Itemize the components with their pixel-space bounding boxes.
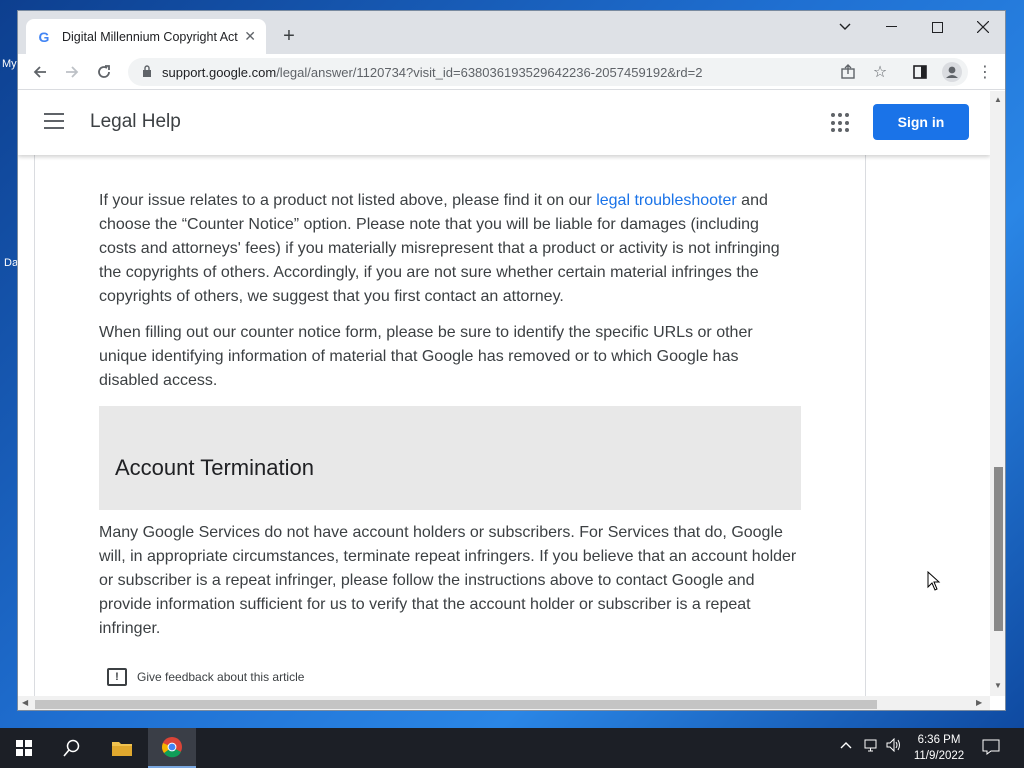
tab-title: Digital Millennium Copyright Act	[62, 29, 238, 44]
volume-icon[interactable]	[886, 737, 902, 755]
clock-time: 6:36 PM	[917, 734, 961, 746]
new-tab-plus-icon[interactable]: +	[278, 25, 300, 47]
vertical-scroll-thumb[interactable]	[994, 467, 1003, 631]
scroll-down-arrow-icon[interactable]: ▼	[994, 681, 1002, 690]
windows-start-icon[interactable]	[0, 728, 48, 768]
share-icon[interactable]	[835, 59, 861, 85]
horizontal-scrollbar[interactable]: ◀ ▶	[18, 696, 990, 710]
feedback-link[interactable]: ! Give feedback about this article	[107, 668, 304, 686]
reload-icon[interactable]	[91, 59, 117, 85]
article-paragraph: If your issue relates to a product not l…	[99, 189, 799, 309]
article-paragraph: Many Google Services do not have account…	[99, 524, 797, 637]
star-icon[interactable]: ☆	[867, 59, 893, 85]
sign-in-button[interactable]: Sign in	[873, 104, 969, 140]
maximize-icon[interactable]	[914, 11, 960, 43]
section-heading: Account Termination	[115, 455, 314, 480]
search-icon[interactable]	[48, 728, 96, 768]
url-domain: support.google.com	[162, 64, 277, 80]
feedback-icon: !	[107, 668, 127, 686]
network-icon[interactable]	[864, 738, 880, 755]
desktop-icon-label[interactable]: Da	[4, 257, 18, 269]
chevron-up-icon[interactable]	[840, 738, 852, 753]
clock-date: 11/9/2022	[913, 750, 965, 762]
kebab-menu-icon[interactable]: ⋮	[972, 59, 998, 85]
close-window-icon[interactable]	[960, 11, 1005, 43]
legal-troubleshooter-link[interactable]: legal troubleshooter	[596, 192, 737, 209]
file-explorer-icon[interactable]	[98, 728, 146, 768]
article-paragraph: When filling out our counter notice form…	[99, 324, 753, 389]
article-body: If your issue relates to a product not l…	[34, 155, 866, 696]
system-clock[interactable]: 6:36 PM 11/9/2022	[906, 732, 972, 764]
close-icon[interactable]: ✕	[244, 28, 256, 45]
apps-grid-icon[interactable]	[831, 113, 851, 133]
notification-icon[interactable]	[982, 739, 1000, 758]
scroll-right-arrow-icon[interactable]: ▶	[976, 698, 982, 707]
browser-tab[interactable]: G Digital Millennium Copyright Act ✕	[26, 19, 266, 54]
sidepanel-icon[interactable]	[907, 59, 933, 85]
chevron-down-icon[interactable]	[822, 11, 868, 43]
url-path: /legal/answer/1120734?visit_id=638036193…	[276, 64, 703, 80]
vertical-scrollbar[interactable]: ▲ ▼	[990, 91, 1005, 696]
chrome-icon[interactable]	[148, 728, 196, 768]
browser-toolbar: support.google.com/legal/answer/1120734?…	[18, 54, 1005, 90]
back-icon[interactable]	[27, 59, 53, 85]
page-title[interactable]: Legal Help	[90, 111, 181, 133]
hamburger-icon[interactable]	[44, 113, 64, 129]
taskbar: 6:36 PM 11/9/2022	[0, 728, 1024, 768]
feedback-label: Give feedback about this article	[137, 670, 305, 684]
minimize-icon[interactable]	[868, 11, 914, 43]
section-heading-box: Account Termination	[99, 406, 801, 510]
browser-window: G Digital Millennium Copyright Act ✕ + s…	[17, 10, 1006, 711]
scroll-up-arrow-icon[interactable]: ▲	[994, 95, 1002, 104]
profile-icon[interactable]	[939, 59, 965, 85]
tab-strip: G Digital Millennium Copyright Act ✕ +	[18, 11, 1005, 54]
lock-icon[interactable]	[142, 64, 152, 80]
app-header: Legal Help Sign in	[18, 91, 990, 155]
forward-icon[interactable]	[59, 59, 85, 85]
desktop-icon-label[interactable]: My	[2, 58, 17, 70]
paragraph-text: If your issue relates to a product not l…	[99, 192, 597, 209]
horizontal-scroll-thumb[interactable]	[35, 700, 877, 709]
scroll-left-arrow-icon[interactable]: ◀	[22, 698, 28, 707]
google-favicon-icon: G	[38, 28, 50, 45]
web-page: Legal Help Sign in If your issue relates…	[18, 91, 990, 696]
